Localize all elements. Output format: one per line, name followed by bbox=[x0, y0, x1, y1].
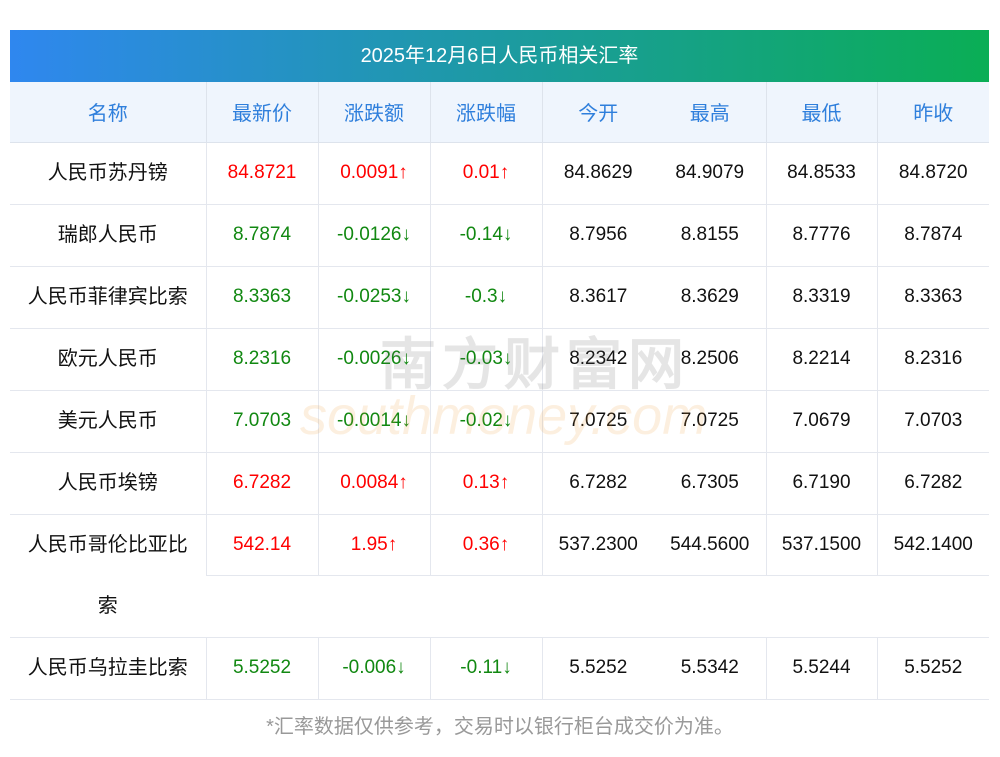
cell-last: 8.2316 bbox=[205, 328, 318, 391]
cell-prev: 5.5252 bbox=[876, 637, 989, 700]
empty-cell bbox=[206, 575, 989, 638]
cell-low: 7.0679 bbox=[765, 390, 877, 453]
cell-pct: -0.02↓ bbox=[429, 390, 542, 453]
cell-low: 8.3319 bbox=[765, 266, 877, 329]
cell-pct: -0.11↓ bbox=[429, 637, 542, 700]
cell-low: 537.1500 bbox=[765, 514, 877, 576]
cell-open: 5.5252 bbox=[541, 637, 654, 700]
cell-last: 5.5252 bbox=[205, 637, 318, 700]
currency-name: 人民币乌拉圭比索 bbox=[10, 637, 206, 700]
table-title: 2025年12月6日人民币相关汇率 bbox=[10, 30, 989, 82]
cell-high: 7.0725 bbox=[654, 390, 766, 453]
table-row: 人民币乌拉圭比索 5.5252 -0.006↓ -0.11↓ 5.5252 5.5342 5… bbox=[10, 637, 989, 700]
header-row: 名称 最新价 涨跌额 涨跌幅 今开 最高 最低 昨收 bbox=[10, 82, 989, 143]
cell-chg: -0.006↓ bbox=[317, 637, 430, 700]
table-row: 人民币哥伦比亚比索 542.14 1.95↑ 0.36↑ 537.2300 544.560… bbox=[10, 514, 989, 638]
cell-pct: 0.01↑ bbox=[429, 142, 542, 205]
cell-chg: -0.0126↓ bbox=[317, 204, 430, 267]
cell-chg: 1.95↑ bbox=[317, 514, 430, 576]
currency-name: 人民币菲律宾比索 bbox=[10, 266, 206, 329]
cell-open: 7.0725 bbox=[541, 390, 654, 453]
cell-high: 8.3629 bbox=[654, 266, 766, 329]
table-row: 人民币埃镑 6.7282 0.0084↑ 0.13↑ 6.7282 6.7305 6.719… bbox=[10, 452, 989, 515]
cell-pct: -0.14↓ bbox=[429, 204, 542, 267]
column-header: 涨跌额 bbox=[317, 82, 430, 143]
cell-prev: 542.1400 bbox=[876, 514, 989, 576]
cell-low: 8.2214 bbox=[765, 328, 877, 391]
cell-pct: 0.36↑ bbox=[429, 514, 542, 576]
table-row: 美元人民币 7.0703 -0.0014↓ -0.02↓ 7.0725 7.0725 7.0… bbox=[10, 390, 989, 453]
cell-last: 7.0703 bbox=[205, 390, 318, 453]
cell-pct: -0.03↓ bbox=[429, 328, 542, 391]
currency-name: 欧元人民币 bbox=[10, 328, 206, 391]
cell-prev: 8.2316 bbox=[876, 328, 989, 391]
cell-high: 6.7305 bbox=[654, 452, 766, 515]
cell-prev: 6.7282 bbox=[876, 452, 989, 515]
currency-name: 人民币埃镑 bbox=[10, 452, 206, 515]
disclaimer: *汇率数据仅供参考，交易时以银行柜台成交价为准。 bbox=[266, 716, 734, 738]
rate-table-panel: 2025年12月6日人民币相关汇率 名称 最新价 涨跌额 涨跌幅 今开 最高 最低 昨收 人民… bbox=[10, 30, 989, 700]
cell-last: 542.14 bbox=[205, 514, 318, 576]
cell-high: 8.2506 bbox=[654, 328, 766, 391]
cell-open: 6.7282 bbox=[541, 452, 654, 515]
cell-chg: -0.0253↓ bbox=[317, 266, 430, 329]
cell-low: 84.8533 bbox=[765, 142, 877, 205]
cell-prev: 84.8720 bbox=[876, 142, 989, 205]
cell-chg: -0.0014↓ bbox=[317, 390, 430, 453]
cell-pct: 0.13↑ bbox=[429, 452, 542, 515]
table-row: 欧元人民币 8.2316 -0.0026↓ -0.03↓ 8.2342 8.2506 8.2… bbox=[10, 328, 989, 391]
cell-pct: -0.3↓ bbox=[429, 266, 542, 329]
column-header: 名称 bbox=[10, 82, 206, 143]
currency-name: 瑞郎人民币 bbox=[10, 204, 206, 267]
cell-open: 8.3617 bbox=[541, 266, 654, 329]
cell-last: 8.7874 bbox=[205, 204, 318, 267]
currency-name: 人民币苏丹镑 bbox=[10, 142, 206, 205]
table-row: 人民币苏丹镑 84.8721 0.0091↑ 0.01↑ 84.8629 84.9079 8… bbox=[10, 142, 989, 205]
cell-open: 8.2342 bbox=[541, 328, 654, 391]
cell-high: 8.8155 bbox=[654, 204, 766, 267]
cell-open: 537.2300 bbox=[541, 514, 654, 576]
column-header: 今开 bbox=[541, 82, 654, 143]
cell-last: 84.8721 bbox=[205, 142, 318, 205]
cell-chg: 0.0091↑ bbox=[317, 142, 430, 205]
cell-high: 5.5342 bbox=[654, 637, 766, 700]
column-header: 最新价 bbox=[205, 82, 318, 143]
cell-low: 5.5244 bbox=[765, 637, 877, 700]
table-row: 人民币菲律宾比索 8.3363 -0.0253↓ -0.3↓ 8.3617 8.3629 8… bbox=[10, 266, 989, 329]
currency-name: 美元人民币 bbox=[10, 390, 206, 453]
cell-prev: 8.3363 bbox=[876, 266, 989, 329]
cell-prev: 8.7874 bbox=[876, 204, 989, 267]
cell-chg: 0.0084↑ bbox=[317, 452, 430, 515]
column-header: 昨收 bbox=[876, 82, 989, 143]
cell-last: 8.3363 bbox=[205, 266, 318, 329]
currency-name: 人民币哥伦比亚比索 bbox=[10, 514, 206, 638]
cell-high: 544.5600 bbox=[654, 514, 766, 576]
cell-last: 6.7282 bbox=[205, 452, 318, 515]
column-header: 最高 bbox=[654, 82, 766, 143]
cell-high: 84.9079 bbox=[654, 142, 766, 205]
rate-table: 名称 最新价 涨跌额 涨跌幅 今开 最高 最低 昨收 人民币苏丹镑 84.8721 0.0091↑… bbox=[10, 82, 989, 700]
cell-low: 6.7190 bbox=[765, 452, 877, 515]
column-header: 涨跌幅 bbox=[429, 82, 542, 143]
cell-open: 8.7956 bbox=[541, 204, 654, 267]
cell-chg: -0.0026↓ bbox=[317, 328, 430, 391]
cell-prev: 7.0703 bbox=[876, 390, 989, 453]
table-row: 瑞郎人民币 8.7874 -0.0126↓ -0.14↓ 8.7956 8.8155 8.7… bbox=[10, 204, 989, 267]
cell-open: 84.8629 bbox=[541, 142, 654, 205]
column-header: 最低 bbox=[765, 82, 877, 143]
cell-low: 8.7776 bbox=[765, 204, 877, 267]
